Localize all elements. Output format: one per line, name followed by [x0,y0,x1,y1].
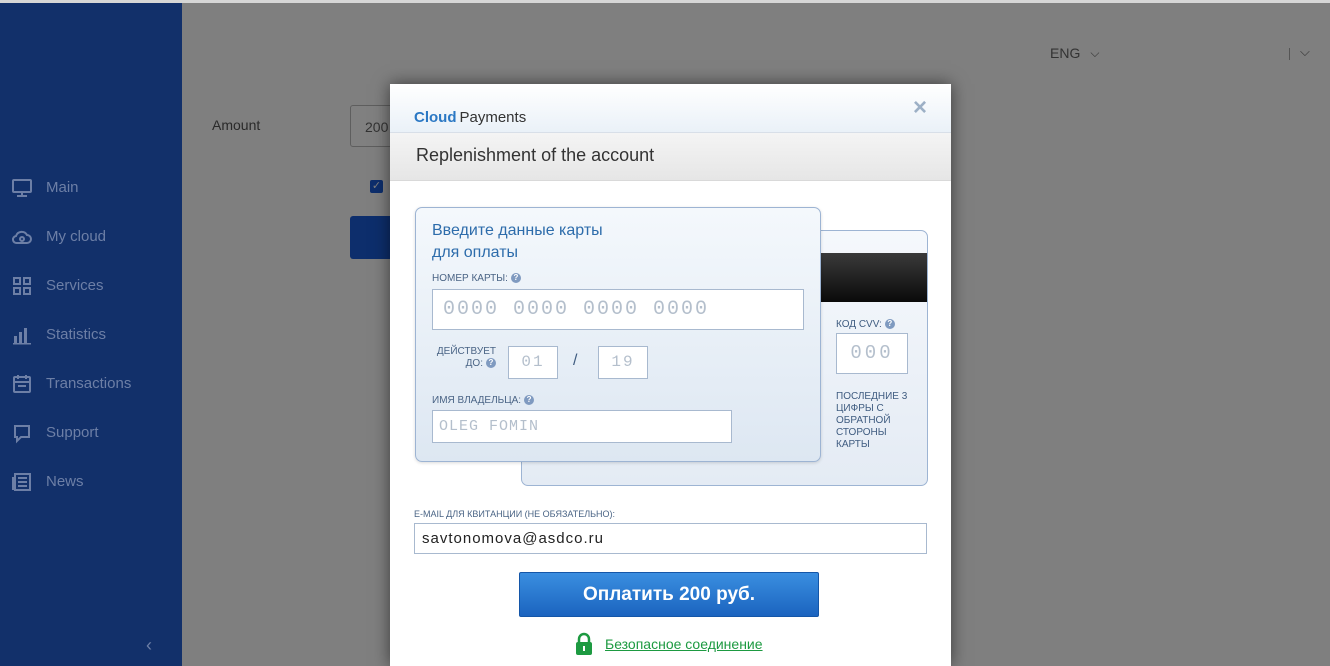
agree-checkbox[interactable]: ✓ [370,180,383,193]
user-menu-chevron-icon[interactable]: ⌵ [1300,44,1310,60]
payment-modal: Cloud Payments × Replenishment of the ac… [390,84,951,666]
newspaper-icon [12,472,31,491]
modal-title-band: Replenishment of the account [390,133,951,181]
sidebar: Main My cloud Services Statistics Transa… [0,3,182,666]
card-number-label: НОМЕР КАРТЫ:? [432,273,521,284]
sidebar-item-services[interactable]: Services [0,261,182,310]
email-label: E-MAIL ДЛЯ КВИТАНЦИИ (НЕ ОБЯЗАТЕЛЬНО): [414,509,616,519]
modal-title: Replenishment of the account [416,145,655,165]
help-icon[interactable]: ? [486,358,496,369]
sidebar-item-transactions[interactable]: Transactions [0,359,182,408]
cvv-label: КОД CVV:? [836,319,895,330]
logo-payments-text: Payments [459,109,527,126]
sidebar-item-news[interactable]: News [0,457,182,506]
card-title: Введите данные карты для оплаты [432,220,692,264]
expiry-month-input[interactable]: 01 [508,346,558,379]
sidebar-item-support[interactable]: Support [0,408,182,457]
holder-label: ИМЯ ВЛАДЕЛЬЦА:? [432,395,535,406]
modal-header: Cloud Payments × [390,84,951,133]
sidebar-item-label: Transactions [46,375,132,392]
card-title-line1: Введите данные карты [432,222,603,239]
email-input[interactable]: savtonomova@asdco.ru [414,523,927,554]
language-selector[interactable]: ENG ⌵ [1050,45,1099,61]
chevron-down-icon: ⌵ [1090,45,1100,60]
sidebar-item-statistics[interactable]: Statistics [0,310,182,359]
sidebar-nav: Main My cloud Services Statistics Transa… [0,163,182,506]
help-icon[interactable]: ? [884,319,895,330]
card-title-line2: для оплаты [432,244,519,261]
cardholder-name-input[interactable]: OLEG FOMIN [432,410,732,443]
lock-icon [576,632,592,655]
sidebar-item-label: News [46,473,84,490]
amount-label: Amount [212,117,261,133]
sidebar-item-my-cloud[interactable]: My cloud [0,212,182,261]
close-icon[interactable]: × [913,96,927,120]
sidebar-collapse-icon[interactable]: ‹ [146,636,162,654]
sidebar-item-label: Main [46,179,79,196]
secure-connection-link[interactable]: Безопасное соединение [605,636,763,652]
help-icon[interactable]: ? [524,395,535,406]
cvv-note: ПОСЛЕДНИЕ 3 ЦИФРЫ С ОБРАТНОЙ СТОРОНЫ КАР… [836,391,908,450]
logo-cloud-text: Cloud [414,109,457,126]
header-divider [1289,48,1290,60]
cloudpayments-logo: Cloud Payments [414,96,526,126]
help-icon[interactable]: ? [510,273,521,284]
sidebar-item-label: My cloud [46,228,107,245]
expiry-label: ДЕЙСТВУЕТ ДО:? [434,346,496,370]
expiry-label-line2: ДО: [465,358,483,369]
language-label: ENG [1050,45,1081,61]
secure-connection[interactable]: Безопасное соединение [575,632,763,656]
bar-chart-icon [13,327,31,344]
grid-icon [13,276,31,295]
chat-icon [14,424,30,443]
expiry-separator: / [573,352,578,369]
sidebar-item-label: Services [46,277,104,294]
sidebar-item-main[interactable]: Main [0,163,182,212]
cvv-input[interactable]: 000 [836,333,908,374]
cvv-label-text: КОД CVV: [836,319,882,330]
sidebar-item-label: Support [46,424,99,441]
sidebar-item-label: Statistics [46,326,107,343]
cloud-icon [12,230,32,244]
card-number-label-text: НОМЕР КАРТЫ: [432,273,508,284]
calendar-icon [13,374,31,393]
holder-label-text: ИМЯ ВЛАДЕЛЬЦА: [432,395,522,406]
pay-button[interactable]: Оплатить 200 руб. [519,572,819,617]
card-front: Введите данные карты для оплаты НОМЕР КА… [415,207,821,462]
card-number-input[interactable]: 0000 0000 0000 0000 [432,289,804,330]
expiry-year-input[interactable]: 19 [598,346,648,379]
expiry-label-line1: ДЕЙСТВУЕТ [436,346,496,357]
monitor-icon [12,178,32,197]
